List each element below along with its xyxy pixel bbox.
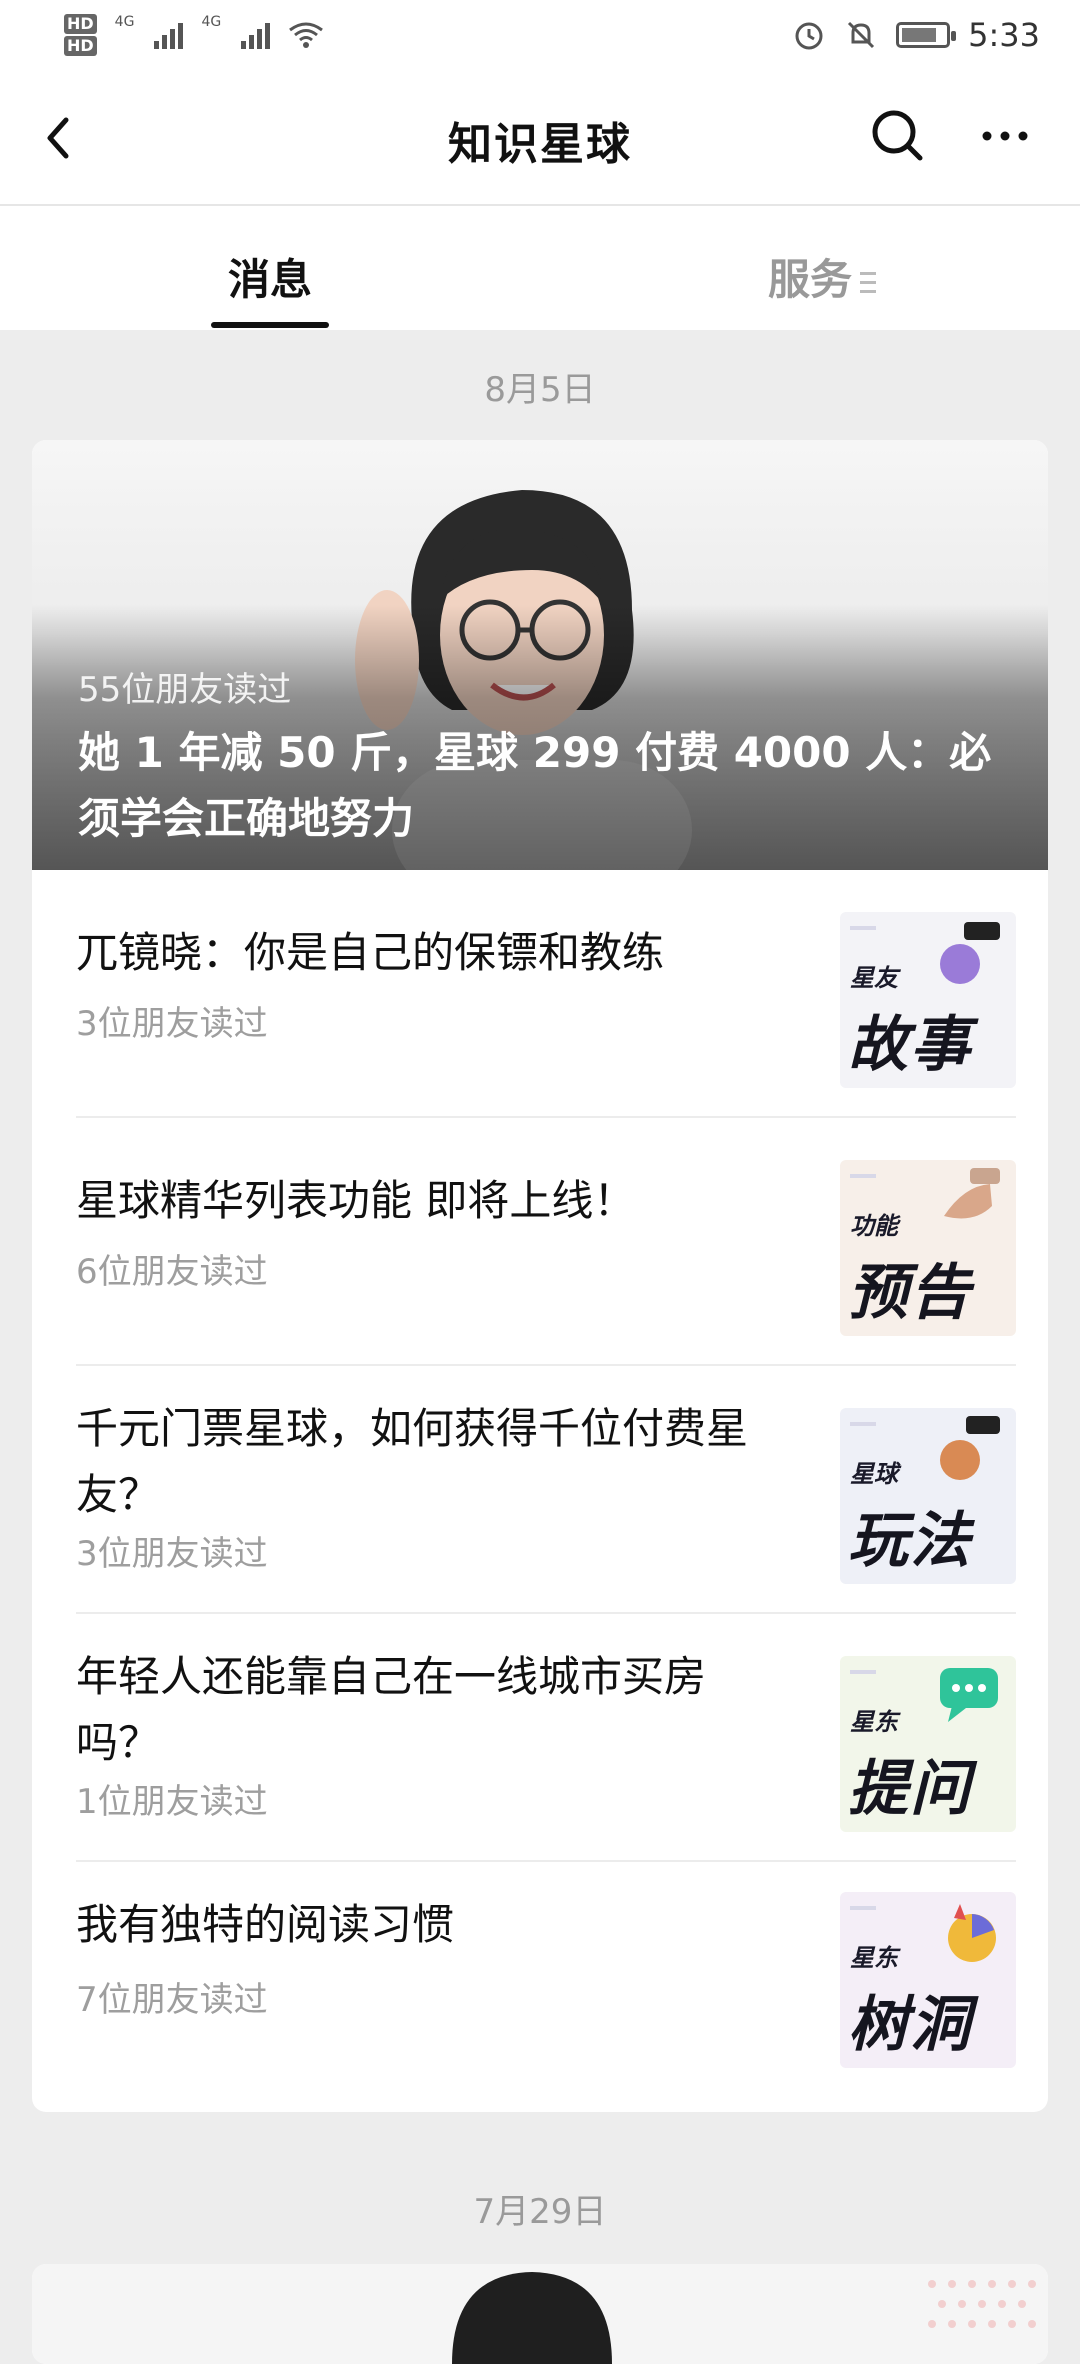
thumb-dash <box>850 1422 876 1426</box>
wifi-icon <box>289 22 324 48</box>
item-title: 千元门票星球，如何获得千位付费星友？ <box>76 1404 749 1519</box>
list-item[interactable]: 兀镜晓：你是自己的保镖和教练 3位朋友读过 星友 故事 <box>76 870 1016 1118</box>
item-thumbnail: 星东 提问 <box>840 1656 1016 1832</box>
status-right: 5:33 <box>792 16 1040 54</box>
hd-icon: HD HD <box>64 14 97 56</box>
app-header: 知识星球 <box>0 70 1080 206</box>
thumb-main-label: 故事 <box>848 1010 972 1080</box>
thumb-top-label: 星球 <box>850 1460 898 1488</box>
menu-lines-icon <box>860 271 877 294</box>
chat-bubble-icon <box>940 1668 998 1722</box>
thumb-main-label: 树洞 <box>848 1990 972 2060</box>
pie-chart-icon <box>948 1904 996 1962</box>
list-item[interactable]: 千元门票星球，如何获得千位付费星友？ 3位朋友读过 星球 玩法 <box>76 1366 1016 1614</box>
hand-icon <box>944 1168 1000 1219</box>
more-dots-icon[interactable] <box>975 106 1035 166</box>
thumb-dash <box>850 926 876 930</box>
thumb-dash <box>850 1174 876 1178</box>
list-item[interactable]: 年轻人还能靠自己在一线城市买房吗？ 1位朋友读过 星东 提问 <box>76 1614 1016 1862</box>
item-reads-count: 6位朋友读过 <box>76 1252 268 1292</box>
status-time: 5:33 <box>968 16 1040 54</box>
article-card: 55位朋友读过 她 1 年减 50 斤，星球 299 付费 4000 人：必须学… <box>32 440 1048 2112</box>
thumb-main-label: 提问 <box>848 1754 972 1824</box>
thumb-main-label: 预告 <box>848 1258 972 1328</box>
hero-article[interactable]: 55位朋友读过 她 1 年减 50 斤，星球 299 付费 4000 人：必须学… <box>32 440 1048 870</box>
thumb-dash <box>850 1670 876 1674</box>
item-thumbnail: 功能 预告 <box>840 1160 1016 1336</box>
mute-bell-icon <box>848 21 875 49</box>
hero-portrait-image <box>32 2264 1048 2364</box>
network-label: 4G <box>114 14 135 30</box>
thumb-dash <box>850 1906 876 1910</box>
list-item[interactable]: 星球精华列表功能 即将上线！ 6位朋友读过 功能 预告 <box>76 1118 1016 1366</box>
tab-bar: 消息 服务 <box>0 206 1080 330</box>
tab-services-label: 服务 <box>768 255 853 304</box>
thumb-top-label: 星东 <box>850 1944 898 1972</box>
network-label-2: 4G <box>201 14 222 30</box>
thumb-top-label: 星友 <box>850 964 898 992</box>
item-reads-count: 3位朋友读过 <box>76 1534 268 1574</box>
tab-services[interactable]: 服务 <box>768 246 877 307</box>
item-thumbnail: 星东 树洞 <box>840 1892 1016 2068</box>
date-label: 8月5日 <box>484 370 596 410</box>
item-title: 兀镜晓：你是自己的保镖和教练 <box>76 928 665 977</box>
battery-icon <box>896 22 957 48</box>
item-thumbnail: 星友 故事 <box>840 912 1016 1088</box>
ball-icon <box>940 922 1000 984</box>
item-title: 我有独特的阅读习惯 <box>76 1900 455 1949</box>
item-thumbnail: 星球 玩法 <box>840 1408 1016 1584</box>
ball-icon <box>940 1416 1000 1480</box>
signal-icon-2 <box>241 21 271 49</box>
status-left: HD HD 4G 4G <box>64 14 324 56</box>
item-reads-count: 3位朋友读过 <box>76 1004 268 1044</box>
hero-title: 她 1 年减 50 斤，星球 299 付费 4000 人：必须学会正确地努力 <box>78 728 992 843</box>
active-tab-indicator <box>211 322 329 328</box>
hero-reads-count: 55位朋友读过 <box>78 670 292 710</box>
article-card-peek[interactable] <box>32 2264 1048 2364</box>
thumb-top-label: 功能 <box>850 1212 898 1240</box>
date-label: 7月29日 <box>473 2192 607 2232</box>
item-reads-count: 7位朋友读过 <box>76 1980 268 2020</box>
status-bar: HD HD 4G 4G 5:33 <box>0 0 1080 70</box>
list-item[interactable]: 我有独特的阅读习惯 7位朋友读过 星东 树洞 <box>76 1862 1016 2092</box>
search-icon[interactable] <box>868 106 928 166</box>
item-reads-count: 1位朋友读过 <box>76 1782 268 1822</box>
tab-messages[interactable]: 消息 <box>228 246 312 307</box>
thumb-top-label: 星东 <box>850 1708 898 1736</box>
signal-icon <box>154 21 184 49</box>
item-title: 年轻人还能靠自己在一线城市买房吗？ <box>76 1652 707 1767</box>
thumb-main-label: 玩法 <box>848 1506 972 1576</box>
item-title: 星球精华列表功能 即将上线！ <box>76 1176 636 1225</box>
alarm-icon <box>795 22 823 50</box>
